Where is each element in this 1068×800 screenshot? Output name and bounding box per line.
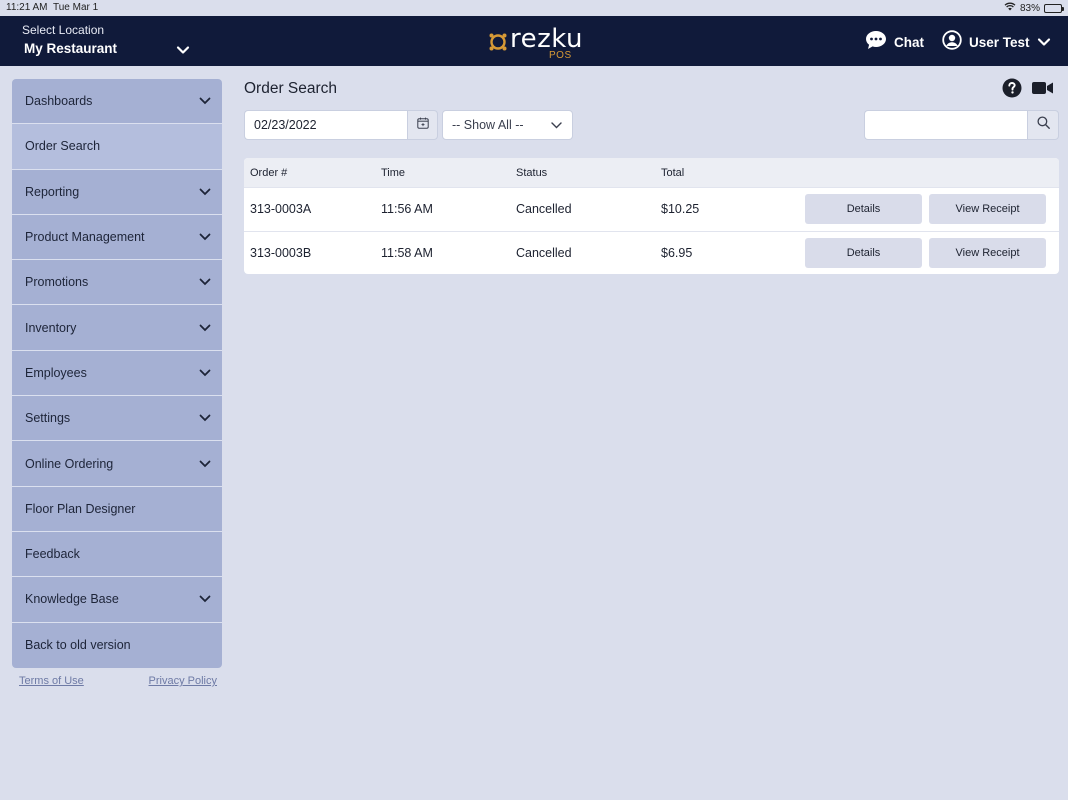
- sidebar-item-settings[interactable]: Settings: [12, 396, 222, 442]
- sidebar-item-label: Inventory: [25, 320, 77, 335]
- calendar-button[interactable]: [407, 110, 438, 140]
- sidebar-item-label: Promotions: [25, 275, 89, 290]
- chat-label: Chat: [894, 35, 924, 50]
- wifi-icon: [1004, 2, 1016, 14]
- details-button[interactable]: Details: [805, 194, 922, 225]
- date-input[interactable]: [244, 110, 407, 140]
- top-header: Select Location My Restaurant rezku POS …: [0, 16, 1068, 66]
- column-status: Status: [516, 166, 548, 179]
- chevron-down-icon: [199, 275, 211, 289]
- search-button[interactable]: [1027, 110, 1059, 140]
- date-picker: [244, 110, 438, 140]
- privacy-policy-link[interactable]: Privacy Policy: [149, 675, 217, 687]
- status-date: Tue Mar 1: [53, 2, 99, 13]
- order-total: $6.95: [661, 245, 693, 260]
- chevron-down-icon: [199, 94, 211, 108]
- sidebar-item-label: Dashboards: [25, 94, 93, 109]
- sidebar-item-label: Knowledge Base: [25, 592, 119, 607]
- chevron-down-icon: [551, 118, 562, 132]
- sidebar-item-dashboards[interactable]: Dashboards: [12, 79, 222, 125]
- table-row: 313-0003B 11:58 AM Cancelled $6.95 Detai…: [244, 230, 1059, 275]
- order-status: Cancelled: [516, 202, 572, 217]
- page-title: Order Search: [244, 80, 338, 97]
- sidebar-item-floor-plan-designer[interactable]: Floor Plan Designer: [12, 486, 222, 532]
- chevron-down-icon: [1037, 34, 1051, 52]
- help-icon[interactable]: [1002, 78, 1022, 103]
- order-time: 11:58 AM: [381, 245, 433, 260]
- battery-icon: [1044, 3, 1064, 13]
- column-order: Order #: [250, 166, 288, 179]
- table-header: Order # Time Status Total: [244, 158, 1059, 187]
- order-number: 313-0003B: [250, 245, 312, 260]
- user-label: User Test: [969, 35, 1030, 50]
- sidebar-item-label: Order Search: [25, 139, 101, 154]
- sidebar-item-label: Product Management: [25, 230, 145, 245]
- user-avatar-icon: [942, 30, 962, 55]
- row-actions: Details View Receipt: [799, 194, 1059, 225]
- orders-table: Order # Time Status Total 313-0003A 11:5…: [244, 158, 1059, 274]
- chevron-down-icon: [199, 592, 211, 606]
- sidebar-item-label: Settings: [25, 411, 71, 426]
- sidebar-item-label: Feedback: [25, 547, 80, 562]
- chevron-down-icon: [199, 366, 211, 380]
- chevron-down-icon: [176, 42, 190, 60]
- sidebar-item-knowledge-base[interactable]: Knowledge Base: [12, 577, 222, 623]
- terms-of-use-link[interactable]: Terms of Use: [19, 675, 84, 687]
- brand-sub: POS: [549, 50, 572, 61]
- brand-name: rezku: [510, 24, 583, 54]
- location-label: Select Location: [22, 23, 105, 37]
- view-receipt-button[interactable]: View Receipt: [929, 194, 1046, 225]
- sidebar-item-product-management[interactable]: Product Management: [12, 214, 222, 261]
- sidebar-item-employees[interactable]: Employees: [12, 350, 222, 397]
- column-total: Total: [661, 166, 685, 179]
- location-selector[interactable]: Select Location My Restaurant: [0, 16, 200, 66]
- sidebar-item-back-to-old-version[interactable]: Back to old version: [12, 622, 222, 668]
- calendar-icon: [416, 116, 429, 134]
- view-receipt-button[interactable]: View Receipt: [929, 237, 1046, 268]
- battery-percent: 83%: [1019, 2, 1040, 14]
- order-time: 11:56 AM: [381, 202, 433, 217]
- sidebar-item-label: Floor Plan Designer: [25, 501, 136, 516]
- sidebar-item-label: Reporting: [25, 184, 80, 199]
- column-time: Time: [381, 166, 406, 179]
- order-total: $10.25: [661, 202, 700, 217]
- sidebar-item-feedback[interactable]: Feedback: [12, 531, 222, 578]
- chat-bubble-icon: [865, 30, 887, 55]
- user-menu-button[interactable]: User Test: [942, 30, 1051, 55]
- chevron-down-icon: [199, 230, 211, 244]
- order-status: Cancelled: [516, 245, 572, 260]
- row-actions: Details View Receipt: [799, 237, 1059, 268]
- chat-button[interactable]: Chat: [865, 30, 924, 55]
- brand-logo: rezku POS: [486, 22, 586, 62]
- sidebar-item-reporting[interactable]: Reporting: [12, 169, 222, 215]
- order-number: 313-0003A: [250, 202, 312, 217]
- chevron-down-icon: [199, 321, 211, 335]
- status-right: 83%: [1004, 2, 1064, 14]
- details-button[interactable]: Details: [805, 237, 922, 268]
- search-icon: [1036, 116, 1050, 134]
- status-filter-select[interactable]: -- Show All --: [442, 110, 573, 140]
- sidebar-item-promotions[interactable]: Promotions: [12, 260, 222, 306]
- status-time: 11:21 AM: [6, 2, 48, 13]
- chevron-down-icon: [199, 457, 211, 471]
- logo-ring-icon: [488, 32, 508, 57]
- video-camera-icon[interactable]: [1032, 81, 1054, 100]
- sidebar-item-label: Back to old version: [25, 638, 131, 653]
- search-input[interactable]: [864, 110, 1027, 140]
- sidebar-item-order-search[interactable]: Order Search: [12, 124, 222, 170]
- sidebar-item-label: Online Ordering: [25, 456, 114, 471]
- location-name: My Restaurant: [24, 41, 118, 56]
- sidebar-item-inventory[interactable]: Inventory: [12, 305, 222, 351]
- status-filter-value: -- Show All --: [452, 118, 524, 132]
- order-search: [864, 110, 1059, 140]
- status-bar: 11:21 AM Tue Mar 1 83%: [0, 0, 1068, 16]
- sidebar-item-online-ordering[interactable]: Online Ordering: [12, 441, 222, 487]
- sidebar-nav: Dashboards Order Search Reporting Produc…: [12, 79, 222, 668]
- chevron-down-icon: [199, 411, 211, 425]
- sidebar-item-label: Employees: [25, 365, 87, 380]
- chevron-down-icon: [199, 185, 211, 199]
- table-row: 313-0003A 11:56 AM Cancelled $10.25 Deta…: [244, 187, 1059, 231]
